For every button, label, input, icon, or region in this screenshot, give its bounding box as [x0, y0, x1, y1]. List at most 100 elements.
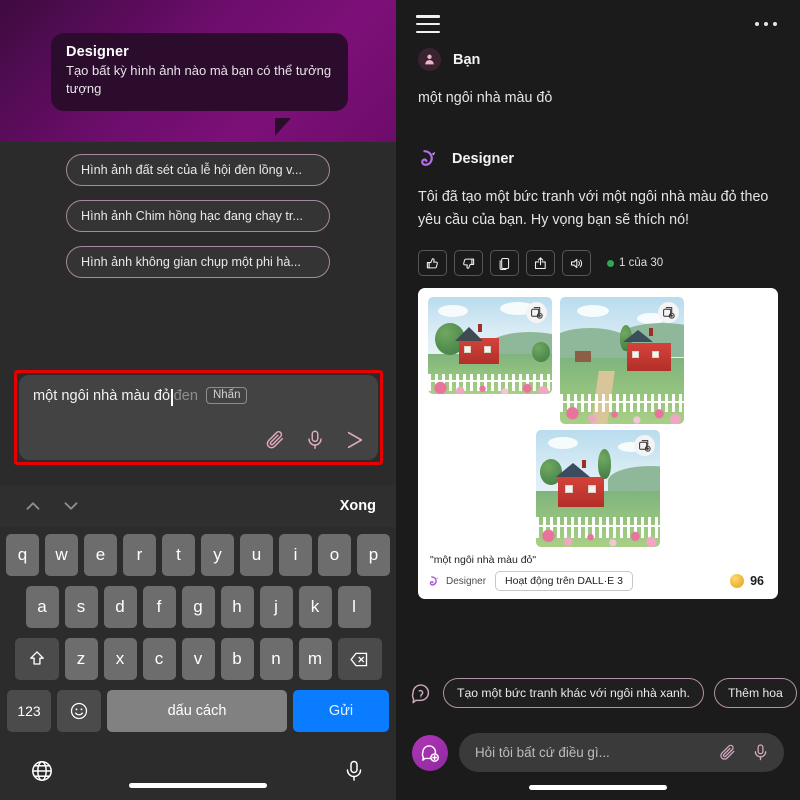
key-q[interactable]: q [6, 534, 39, 576]
tooltip-tail [275, 118, 291, 136]
chevron-up-icon[interactable] [22, 495, 44, 517]
key-a[interactable]: a [25, 586, 59, 628]
key-w[interactable]: w [45, 534, 78, 576]
chat-header [396, 0, 800, 48]
microphone-icon[interactable] [304, 429, 326, 451]
paperclip-icon[interactable] [264, 429, 286, 451]
key-e[interactable]: e [84, 534, 117, 576]
left-composer[interactable]: một ngôi nhà màu đỏ đen Nhấn [19, 375, 378, 460]
key-j[interactable]: j [259, 586, 293, 628]
spacebar-key[interactable]: dấu cách [107, 690, 287, 732]
key-r[interactable]: r [123, 534, 156, 576]
counter-label: 1 của 30 [619, 257, 664, 270]
hamburger-menu-icon[interactable] [416, 15, 440, 33]
thumbs-up-icon[interactable] [418, 250, 447, 277]
key-s[interactable]: s [64, 586, 98, 628]
key-d[interactable]: d [103, 586, 137, 628]
assistant-message-text: Tôi đã tạo một bức tranh với một ngôi nh… [418, 189, 769, 229]
right-composer: Hỏi tôi bất cứ điều gì... [396, 733, 800, 772]
key-z[interactable]: z [64, 638, 98, 680]
key-x[interactable]: x [103, 638, 137, 680]
key-p[interactable]: p [357, 534, 390, 576]
chat-input[interactable]: Hỏi tôi bất cứ điều gì... [459, 733, 784, 772]
speaker-icon[interactable] [562, 250, 591, 277]
composer-icon-row [264, 429, 366, 451]
emoji-icon[interactable] [57, 690, 101, 732]
image-result-card: "một ngôi nhà màu đỏ" Designer Hoạt động… [418, 288, 778, 600]
designer-logo-icon [421, 150, 436, 167]
generated-image-1[interactable] [428, 297, 552, 395]
keyboard-send-key[interactable]: Gửi [293, 690, 389, 732]
key-u[interactable]: u [240, 534, 273, 576]
generated-image-2[interactable] [560, 297, 684, 425]
new-chat-icon[interactable] [412, 734, 448, 771]
key-o[interactable]: o [318, 534, 351, 576]
designer-tooltip: Designer Tạo bất kỳ hình ảnh nào mà bạn … [51, 33, 348, 111]
suggestion-chip-blue-house[interactable]: Tạo một bức tranh khác với ngôi nhà xanh… [443, 678, 704, 708]
key-v[interactable]: v [181, 638, 215, 680]
home-indicator [129, 783, 267, 788]
image-grid-top-row [428, 297, 768, 425]
keyboard-row-2: a s d f g h j k l [3, 586, 393, 628]
image-card-footer: Designer Hoạt động trên DALL·E 3 96 [428, 571, 768, 592]
thumbs-down-icon[interactable] [454, 250, 483, 277]
powered-by-badge: Hoạt động trên DALL·E 3 [495, 571, 633, 592]
message-action-row: 1 của 30 [396, 250, 800, 277]
suggestion-chip-add-flowers[interactable]: Thêm hoa [713, 678, 797, 708]
generated-image-3[interactable] [536, 430, 660, 548]
key-i[interactable]: i [279, 534, 312, 576]
paperclip-icon[interactable] [718, 743, 737, 762]
shift-icon[interactable] [14, 638, 59, 680]
key-g[interactable]: g [181, 586, 215, 628]
keyboard-done-button[interactable]: Xong [340, 498, 376, 514]
designer-hero-banner: Designer Tạo bất kỳ hình ảnh nào mà bạn … [0, 0, 396, 142]
user-message-text: một ngôi nhà màu đỏ [418, 90, 553, 106]
microphone-icon[interactable] [751, 743, 770, 762]
key-m[interactable]: m [298, 638, 332, 680]
card-brand: Designer [428, 575, 486, 588]
predictive-suggestion-chip[interactable]: Nhấn [205, 387, 248, 404]
keyboard-row-4: 123 dấu cách Gửi [3, 690, 393, 732]
copy-icon[interactable] [490, 250, 519, 277]
key-h[interactable]: h [220, 586, 254, 628]
key-k[interactable]: k [298, 586, 332, 628]
app-screenshot: Designer Tạo bất kỳ hình ảnh nào mà bạn … [0, 0, 800, 800]
status-dot-icon [607, 259, 614, 267]
backspace-icon[interactable] [337, 638, 382, 680]
key-y[interactable]: y [201, 534, 234, 576]
tooltip-body: Tạo bất kỳ hình ảnh nào mà bạn có thể tư… [66, 63, 332, 97]
key-f[interactable]: f [142, 586, 176, 628]
composer-ghost-text: đen [173, 387, 198, 404]
key-l[interactable]: l [337, 586, 371, 628]
send-arrow-icon[interactable] [344, 429, 366, 451]
suggestion-chip-3[interactable]: Hình ảnh không gian chụp một phi hà... [66, 246, 330, 278]
key-c[interactable]: c [142, 638, 176, 680]
user-sender-name: Bạn [453, 51, 481, 68]
suggestion-chip-1[interactable]: Hình ảnh đất sét của lễ hội đèn lồng v..… [66, 154, 330, 186]
keyboard-bottom-row [0, 742, 396, 800]
right-phone-panel: Bạn một ngôi nhà màu đỏ Designer Tôi đã … [396, 0, 800, 800]
dictation-microphone-icon[interactable] [342, 759, 366, 783]
user-sender-row: Bạn [418, 48, 778, 71]
image-card-caption: "một ngôi nhà màu đỏ" [430, 554, 537, 567]
chevron-down-icon[interactable] [60, 495, 82, 517]
key-n[interactable]: n [259, 638, 293, 680]
coin-icon [730, 574, 745, 589]
home-indicator [529, 785, 667, 790]
globe-icon[interactable] [30, 759, 54, 783]
card-brand-label: Designer [446, 575, 487, 587]
keyboard-row-3: z x c v b n m [3, 638, 393, 680]
suggestion-chip-2[interactable]: Hình ảnh Chim hồng hạc đang chạy tr... [66, 200, 330, 232]
share-icon[interactable] [526, 250, 555, 277]
key-b[interactable]: b [220, 638, 254, 680]
composer-text-row[interactable]: một ngôi nhà màu đỏ đen Nhấn [19, 375, 378, 406]
numbers-key[interactable]: 123 [7, 690, 51, 732]
question-bubble-icon[interactable] [410, 682, 433, 705]
key-t[interactable]: t [162, 534, 195, 576]
credits-display: 96 [730, 574, 764, 589]
text-caret [171, 388, 173, 406]
composer-typed-text: một ngôi nhà màu đỏ [33, 387, 171, 404]
assistant-sender-name: Designer [452, 151, 515, 168]
more-options-icon[interactable] [754, 21, 777, 27]
assistant-message: Designer Tôi đã tạo một bức tranh với mộ… [396, 148, 800, 232]
